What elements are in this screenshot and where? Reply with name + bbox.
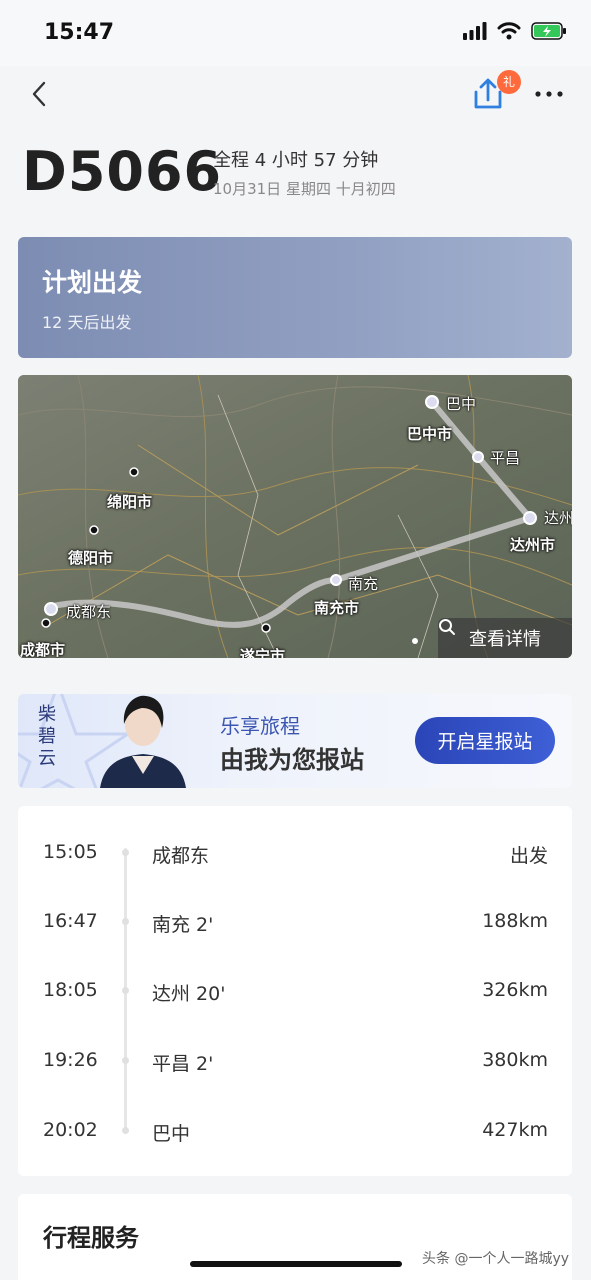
- stop-dot: [122, 1127, 129, 1134]
- stop-name: 南充 2': [152, 914, 214, 936]
- route-map[interactable]: 巴中 巴中市 平昌 绵阳市 达州 达州市 德阳市 南充 南充市 成都东 成都市 …: [18, 375, 572, 658]
- stop-time: 18:05: [43, 979, 98, 1001]
- watermark: 头条 @一个人一路城yy: [422, 1251, 570, 1267]
- map-label-chengdu-city: 成都市: [20, 641, 66, 658]
- stop-row[interactable]: 18:05 达州 20' 326km: [18, 971, 572, 1011]
- stop-name: 巴中: [152, 1123, 191, 1145]
- view-details-button[interactable]: 查看详情: [438, 618, 572, 658]
- stop-name: 平昌 2': [152, 1053, 214, 1075]
- signal-icon: [463, 22, 487, 40]
- map-label-dazhou: 达州: [544, 509, 572, 527]
- enable-announcer-button[interactable]: 开启星报站: [415, 717, 555, 764]
- stop-info: 188km: [482, 910, 548, 932]
- map-label-mianyang-city: 绵阳市: [107, 493, 153, 511]
- stop-row[interactable]: 16:47 南充 2' 188km: [18, 902, 572, 942]
- stop-time: 20:02: [43, 1119, 98, 1141]
- stop-info: 326km: [482, 979, 548, 1001]
- stop-dot: [122, 849, 129, 856]
- stop-time: 16:47: [43, 910, 98, 932]
- stop-time: 19:26: [43, 1049, 98, 1071]
- stop-dot: [122, 987, 129, 994]
- wifi-icon: [497, 22, 521, 40]
- more-options-icon[interactable]: [532, 80, 566, 108]
- stop-name: 达州 20': [152, 983, 226, 1005]
- plan-title: 计划出发: [42, 268, 143, 297]
- map-label-bazhong: 巴中: [446, 395, 477, 413]
- stop-info: 出发: [509, 845, 548, 867]
- trip-date: 10月31日 星期四 十月初四: [213, 180, 396, 198]
- stop-info: 427km: [482, 1119, 548, 1141]
- stop-row[interactable]: 19:26 平昌 2' 380km: [18, 1041, 572, 1081]
- map-label-chengdudong: 成都东: [66, 603, 112, 621]
- status-bar: 15:47: [0, 0, 591, 66]
- map-label-nanchong-city: 南充市: [314, 599, 360, 617]
- map-label-dazhou-city: 达州市: [510, 536, 556, 554]
- stop-name: 成都东: [152, 845, 210, 867]
- trip-duration: 全程 4 小时 57 分钟: [213, 150, 379, 171]
- home-indicator[interactable]: [190, 1261, 402, 1267]
- stop-dot: [122, 918, 129, 925]
- stops-timeline: 15:05 成都东 出发 16:47 南充 2' 188km 18:05 达州 …: [18, 806, 572, 1176]
- trip-services-title: 行程服务: [43, 1224, 139, 1252]
- stop-dot: [122, 1057, 129, 1064]
- plan-subtitle: 12 天后出发: [42, 313, 132, 332]
- map-label-bazhong-city: 巴中市: [407, 425, 453, 443]
- plan-departure-card[interactable]: 计划出发 12 天后出发: [18, 237, 572, 358]
- map-label-nanchong: 南充: [348, 575, 379, 593]
- promo-tagline: 由我为您报站: [220, 745, 364, 774]
- stop-time: 15:05: [43, 841, 98, 863]
- announcer-portrait: [100, 695, 186, 788]
- status-icons: [463, 22, 567, 40]
- voice-announcer-banner[interactable]: 柴碧云 乐享旅程 由我为您报站 开启星报站: [18, 694, 572, 788]
- map-label-pingchang: 平昌: [490, 449, 521, 467]
- announcer-name: 柴碧云: [38, 704, 56, 769]
- map-label-deyang-city: 德阳市: [68, 549, 114, 567]
- stop-row[interactable]: 15:05 成都东 出发: [18, 833, 572, 873]
- status-time: 15:47: [44, 20, 115, 45]
- stop-row[interactable]: 20:02 巴中 427km: [18, 1111, 572, 1151]
- top-nav: 礼: [0, 66, 591, 126]
- back-arrow-icon[interactable]: [24, 78, 56, 110]
- view-details-label: 查看详情: [469, 629, 541, 650]
- search-icon: [439, 619, 455, 635]
- gift-badge[interactable]: 礼: [497, 70, 521, 94]
- map-label-suining-city: 遂宁市: [240, 647, 286, 658]
- train-number: D5066: [22, 140, 223, 203]
- stop-info: 380km: [482, 1049, 548, 1071]
- battery-icon: [531, 22, 566, 40]
- promo-headline: 乐享旅程: [220, 714, 300, 738]
